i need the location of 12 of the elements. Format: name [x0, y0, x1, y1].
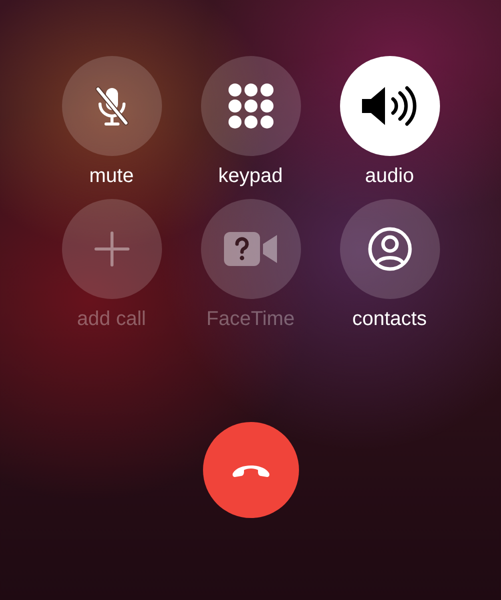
muted-microphone-icon — [94, 86, 128, 126]
button-label: mute — [89, 165, 134, 187]
keypad-icon — [228, 83, 274, 129]
button-label: keypad — [218, 165, 283, 187]
button-label: FaceTime — [206, 308, 295, 330]
button-label: audio — [365, 165, 414, 187]
video-camera-icon — [224, 232, 278, 266]
speaker-icon — [360, 84, 420, 128]
plus-icon — [94, 231, 130, 267]
button-label: contacts — [352, 308, 427, 330]
person-circle-icon — [366, 226, 412, 272]
button-label: add call — [77, 308, 146, 330]
